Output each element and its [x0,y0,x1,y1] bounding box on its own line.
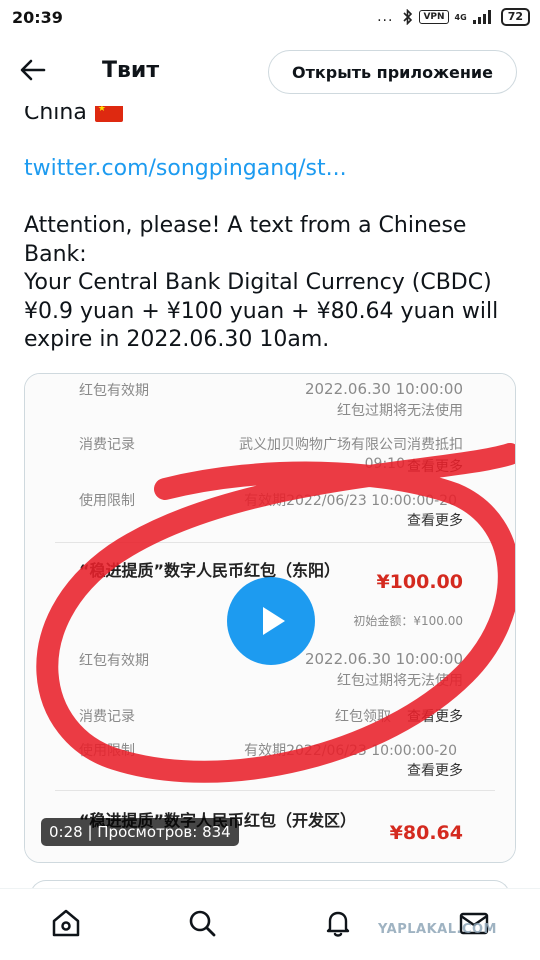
divider [55,542,495,543]
nav-search[interactable] [184,905,220,941]
limit-label: 使用限制 [79,493,135,509]
view-more-link: 查看更多 [407,763,463,779]
page-title: Твит [102,58,160,83]
limit-value: 有效期2022/06/23 10:00:00-20 [244,493,457,509]
back-arrow-icon [20,59,46,81]
vpn-badge: VPN [419,10,449,24]
view-more-link: 查看更多 [407,513,463,529]
expiry-note: 红包过期将无法使用 [337,673,463,689]
divider [55,790,495,791]
validity-label: 红包有效期 [79,653,149,669]
tweet-text-line: expire in 2022.06.30 10am. [24,327,330,352]
tweet-text: Attention, please! A text from a Chinese… [24,212,524,355]
tweet-text-line: ¥0.9 yuan + ¥100 yuan + ¥80.64 yuan will [24,298,499,324]
play-icon [263,607,285,635]
validity-date: 2022.06.30 10:00:00 [304,380,463,398]
status-time: 20:39 [12,8,63,27]
status-bar: 20:39 ... VPN 4G 72 [0,0,540,36]
record-value: 红包领取 [335,709,391,725]
limit-value: 有效期2022/06/23 10:00:00-20 [244,743,457,759]
status-icons: ... VPN 4G 72 [377,8,530,26]
signal-icon [472,10,491,24]
search-icon [189,910,216,937]
tweet-link[interactable]: twitter.com/songpinganq/st... [24,156,347,181]
bluetooth-icon [403,9,413,25]
item-amount: ¥100.00 [376,571,463,593]
next-item-amount: ¥80.64 [389,822,463,844]
tweet-text-line: Bank: [24,241,87,267]
home-icon [52,909,80,937]
china-flag-icon [94,103,123,122]
notification-dots: ... [377,9,394,25]
bell-icon [326,911,350,937]
back-button[interactable] [20,58,54,88]
open-app-button[interactable]: Открыть приложение [268,50,517,94]
limit-label: 使用限制 [79,743,135,759]
record-label: 消费记录 [79,709,135,725]
validity-date: 2022.06.30 10:00:00 [304,650,463,668]
expiry-note: 红包过期将无法使用 [337,403,463,419]
tweet-text-line: Your Central Bank Digital Currency (CBDC… [24,270,492,295]
play-button[interactable] [227,577,315,665]
nav-home[interactable] [48,905,84,941]
battery-indicator: 72 [500,8,530,26]
video-player[interactable]: 红包有效期 2022.06.30 10:00:00 红包过期将无法使用 消费记录… [24,373,516,863]
view-more-link: 查看更多 [407,459,463,475]
validity-label: 红包有效期 [79,383,149,399]
watermark: YAPLAKAL.COM [378,922,497,937]
top-app-bar: Твит Открыть приложение [0,36,540,106]
tweet-text-line: Attention, please! A text from a Chinese [24,213,467,238]
record-label: 消费记录 [79,437,135,453]
record-time: 09:10 [364,456,405,472]
record-value: 武义加贝购物广场有限公司消费抵扣 [239,437,463,453]
view-more-link: 查看更多 [407,709,463,725]
video-stats-badge: 0:28 | Просмотров: 834 [41,818,239,846]
item-title: “稳进提质”数字人民币红包（东阳） [79,561,341,580]
initial-amount: 初始金额：¥100.00 [353,614,463,628]
nav-notifications[interactable] [320,905,356,941]
network-type: 4G [454,12,467,22]
